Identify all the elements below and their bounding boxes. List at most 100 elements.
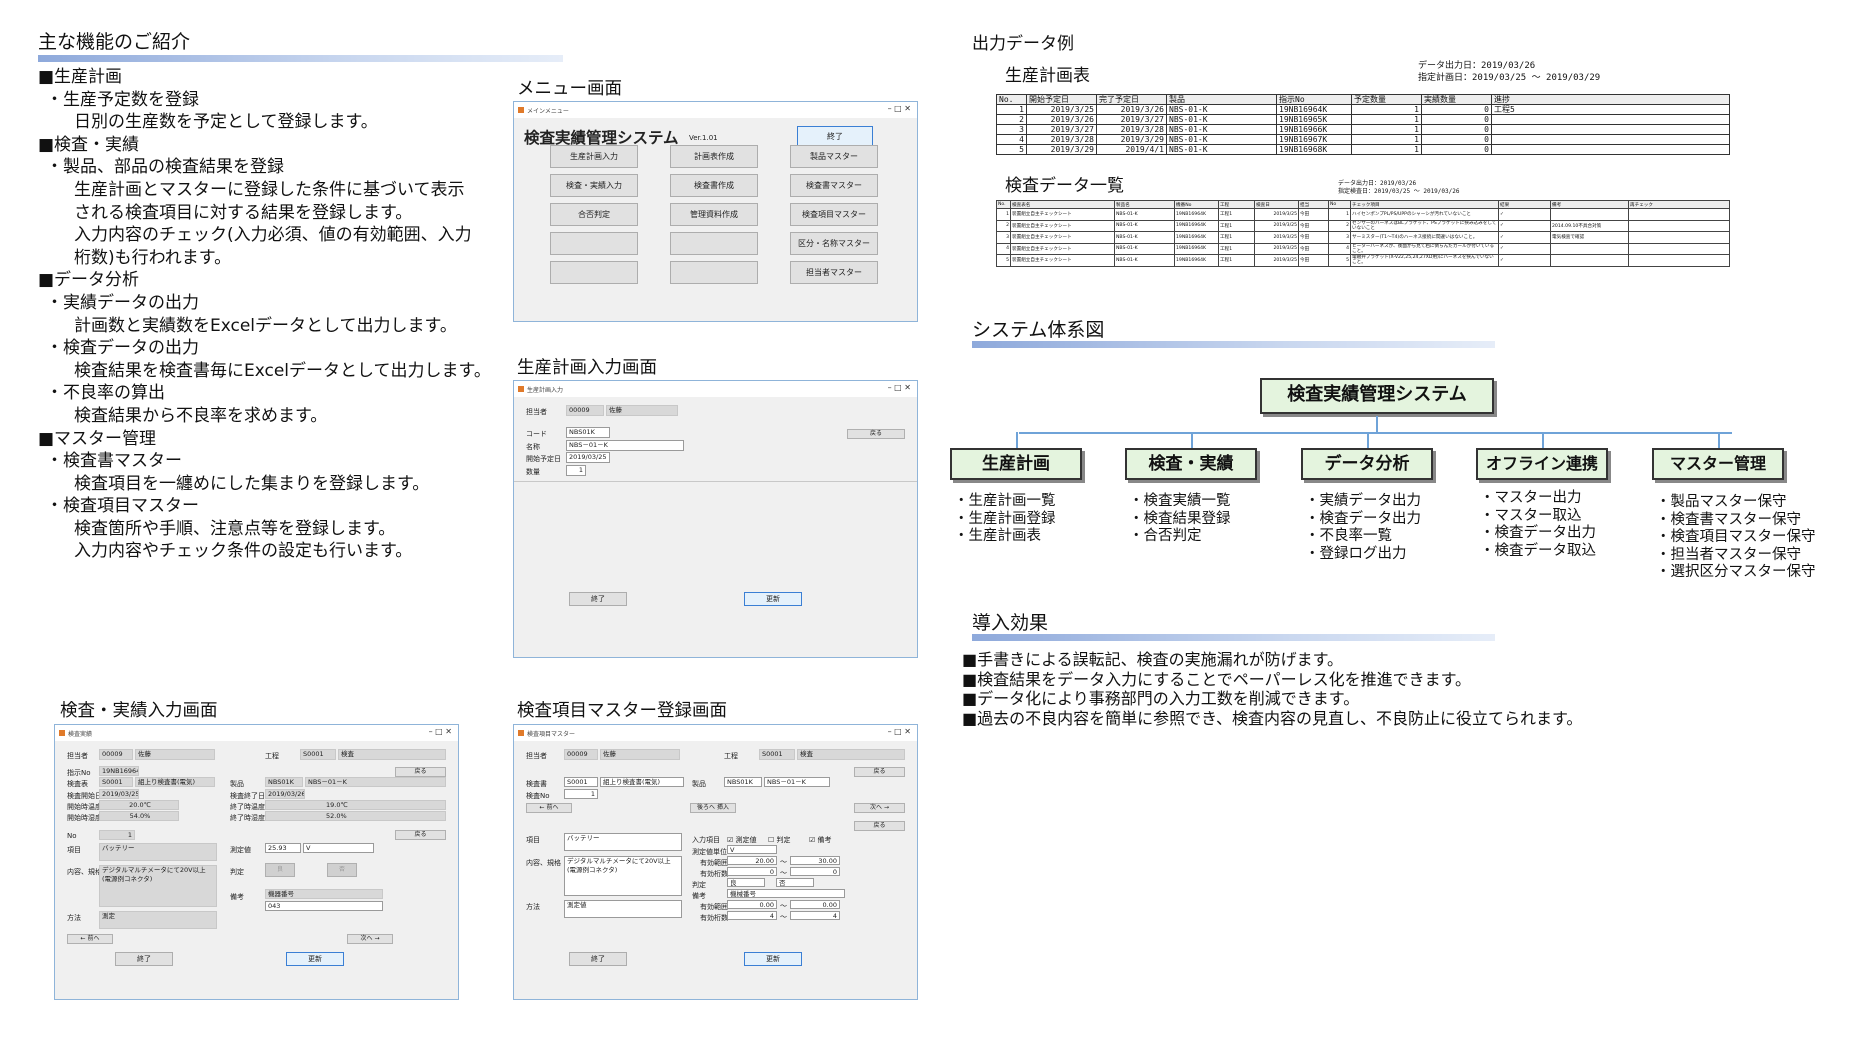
window-controls[interactable]: – □ ✕ xyxy=(888,104,911,113)
product-label: 製品 xyxy=(692,780,706,788)
prev-button[interactable]: ← 前へ xyxy=(67,934,113,944)
app-icon xyxy=(518,386,524,392)
unit-field[interactable]: V xyxy=(727,845,777,854)
input-items-label: 入力項目 xyxy=(692,836,720,844)
window-controls[interactable]: – □ ✕ xyxy=(429,727,452,736)
table-row: 4 装置組立自主チェックシート NBS-01-K 19NB16964K 工程1 2019/… xyxy=(996,242,1730,255)
chk-judge[interactable]: ☐ 判定 xyxy=(768,835,791,845)
table-cell: ハイセンポンプPL/PS/UPPのシャーシが汚れていないこと xyxy=(1350,208,1499,221)
range-from[interactable]: 20.00 xyxy=(727,856,777,865)
table-cell: 5 xyxy=(996,254,1011,267)
note-input[interactable]: 043 xyxy=(265,901,383,911)
back-button-2[interactable]: 戻る xyxy=(395,830,446,840)
content-field[interactable]: デジタルマルチメータにて20V以上 (電源例コネクタ) xyxy=(564,856,682,896)
product-code-field[interactable]: NBS01K xyxy=(724,777,762,787)
method-field[interactable]: 測定値 xyxy=(564,900,682,918)
next-button[interactable]: 次へ → xyxy=(347,934,393,944)
table-cell: 2 xyxy=(996,219,1011,232)
judge-ok-field[interactable]: 良 xyxy=(727,878,765,887)
system-group-box: 検査・実績 xyxy=(1125,448,1257,480)
column-header: 機番No xyxy=(1174,200,1219,209)
menu-button[interactable]: 製品マスター xyxy=(790,145,878,168)
back-button[interactable]: 戻る xyxy=(395,767,446,777)
update-button[interactable]: 更新 xyxy=(286,952,344,966)
system-item: ・登録ログ出力 xyxy=(1305,545,1407,562)
content-label: 内容、規格 xyxy=(67,868,102,876)
plan-window: 生産計画入力 – □ ✕ 担当者 00009 佐藤 戻る コード NBS01K 名… xyxy=(513,380,918,658)
menu-button[interactable]: 検査書マスター xyxy=(790,174,878,197)
table-cell: NBS-01-K xyxy=(1114,219,1175,232)
menu-button[interactable]: 管理資料作成 xyxy=(670,203,758,226)
system-item: ・実績データ出力 xyxy=(1305,493,1421,509)
insp-sheet-title: 検査データ一覧 xyxy=(1005,176,1124,196)
menu-button[interactable]: 担当者マスター xyxy=(790,261,878,284)
menu-button[interactable] xyxy=(670,261,758,284)
end-button[interactable]: 終了 xyxy=(569,592,627,606)
chk-measure[interactable]: ☑ 測定値 xyxy=(727,835,757,845)
range2-from[interactable]: 0.00 xyxy=(727,900,777,909)
digits-to[interactable]: 0 xyxy=(790,867,840,876)
range-to[interactable]: 30.00 xyxy=(790,856,840,865)
digits-from[interactable]: 0 xyxy=(727,867,777,876)
window-controls[interactable]: – □ ✕ xyxy=(888,383,911,392)
table-cell: NBS-01-K xyxy=(1166,144,1277,155)
end-button[interactable]: 終了 xyxy=(569,952,627,966)
person-code-field: 00009 xyxy=(564,749,598,760)
start-date-field[interactable]: 2019/03/25 xyxy=(566,452,610,463)
menu-button[interactable]: 計画表作成 xyxy=(670,145,758,168)
table-cell: NBS-01-K xyxy=(1166,124,1277,135)
qty-field[interactable]: 1 xyxy=(566,465,586,476)
table-cell: 今田 xyxy=(1298,208,1329,221)
menu-button[interactable] xyxy=(550,232,638,255)
product-name-field[interactable]: NBS－01－K xyxy=(764,777,830,787)
update-button[interactable]: 更新 xyxy=(744,592,802,606)
update-button[interactable]: 更新 xyxy=(744,952,802,966)
column-header: 工程 xyxy=(1218,200,1255,209)
insert-button[interactable]: 後ろへ 挿入 xyxy=(690,803,736,813)
prev-button[interactable]: ← 前へ xyxy=(526,803,572,813)
note-field[interactable]: 機械番号 xyxy=(727,889,845,898)
digits2-from[interactable]: 4 xyxy=(727,911,777,920)
feature-line: 計画数と実績数をExcelデータとして出力します。 xyxy=(74,315,457,336)
column-header: 開始予定日 xyxy=(1026,94,1097,105)
system-group-items: ・実績データ出力 ・検査データ出力 ・不良率一覧 ・登録ログ出力 xyxy=(1305,493,1421,563)
meas-field[interactable]: 25.93 xyxy=(265,843,301,853)
method-label: 方法 xyxy=(526,903,540,911)
table-row: 3 装置組立自主チェックシート NBS-01-K 19NB16964K 工程1 2019/… xyxy=(996,231,1730,244)
next-button[interactable]: 次へ → xyxy=(854,803,905,813)
menu-button[interactable]: 合否判定 xyxy=(550,203,638,226)
table-cell: 工程1 xyxy=(1218,219,1255,232)
effect-line: ■手書きによる誤転記、検査の実施漏れが防げます。 xyxy=(962,650,1344,669)
end-button[interactable]: 終了 xyxy=(115,952,173,966)
menu-button[interactable]: 生産計画入力 xyxy=(550,145,638,168)
judge-ng-button[interactable]: 否 xyxy=(327,863,357,877)
menu-button[interactable]: 区分・名称マスター xyxy=(790,232,878,255)
chk-note[interactable]: ☑ 備考 xyxy=(809,835,832,845)
range2-to[interactable]: 0.00 xyxy=(790,900,840,909)
menu-button[interactable] xyxy=(670,232,758,255)
window-title: 検査項目マスター xyxy=(527,730,576,738)
plan-table: No. 開始予定日 完了予定日 製品 指示No 予定数量 実績数量 進捗 1 2019/3/25 2… xyxy=(996,94,1730,155)
start-date-label: 開始予定日 xyxy=(526,455,561,463)
no-field[interactable]: 1 xyxy=(564,789,598,799)
item-field[interactable]: バッテリー xyxy=(564,833,682,851)
table-cell xyxy=(1550,208,1629,221)
menu-button[interactable]: 検査項目マスター xyxy=(790,203,878,226)
table-cell: 2019/3/27 xyxy=(1026,124,1097,135)
judge-ok-button[interactable]: 良 xyxy=(265,863,295,877)
digits2-to[interactable]: 4 xyxy=(790,911,840,920)
judge-ng-field[interactable]: 否 xyxy=(776,878,814,887)
back-button[interactable]: 戻る xyxy=(854,767,905,777)
sheet-code-field[interactable]: S0001 xyxy=(564,777,598,787)
exit-button[interactable]: 終了 xyxy=(797,126,873,146)
back-button-2[interactable]: 戻る xyxy=(854,821,905,831)
name-field[interactable]: NBS－01－K xyxy=(566,440,684,451)
menu-button[interactable]: 検査・実績入力 xyxy=(550,174,638,197)
menu-button[interactable] xyxy=(550,261,638,284)
menu-button[interactable]: 検査書作成 xyxy=(670,174,758,197)
sheet-name-field[interactable]: 組上り検査書(電気) xyxy=(600,777,684,787)
window-controls[interactable]: – □ ✕ xyxy=(888,727,911,736)
back-button[interactable]: 戻る xyxy=(847,429,905,439)
effects-list: ■手書きによる誤転記、検査の実施漏れが防げます。 ■検査結果をデータ入力にすること… xyxy=(962,650,1582,728)
code-field[interactable]: NBS01K xyxy=(566,427,610,438)
